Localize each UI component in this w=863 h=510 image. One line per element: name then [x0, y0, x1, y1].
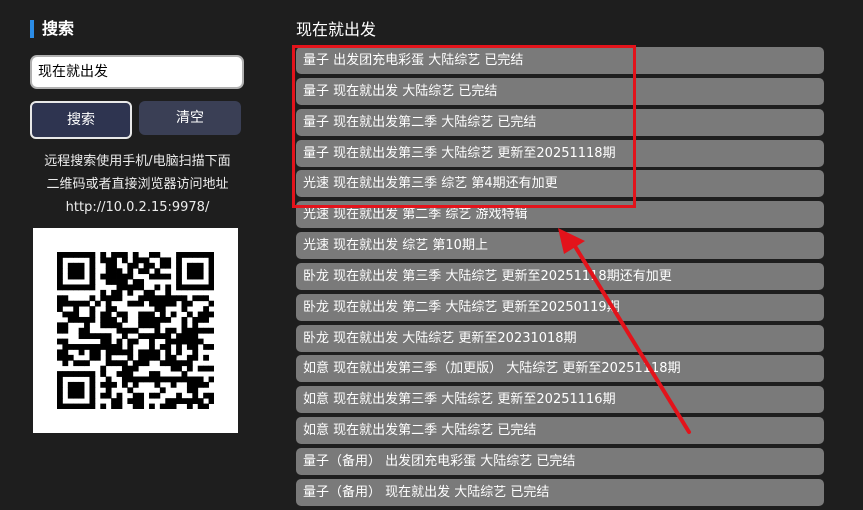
result-item[interactable]: 卧龙 现在就出发 第二季 大陆综艺 更新至20250119期 [296, 293, 824, 321]
search-button[interactable]: 搜索 [30, 101, 132, 139]
result-item[interactable]: 光速 现在就出发第三季 综艺 第4期还有加更 [296, 170, 824, 198]
hint-line: 远程搜索使用手机/电脑扫描下面 [44, 154, 231, 169]
result-item[interactable]: 量子（备用） 现在就出发 大陆综艺 已完结 [296, 478, 824, 506]
hint-url: http://10.0.2.15:9978/ [65, 200, 210, 215]
result-item[interactable]: 卧龙 现在就出发 大陆综艺 更新至20231018期 [296, 324, 824, 352]
remote-search-hint: 远程搜索使用手机/电脑扫描下面 二维码或者直接浏览器访问地址 http://10… [20, 150, 255, 219]
search-panel: 搜索 现在就出发 搜索 清空 远程搜索使用手机/电脑扫描下面 二维码或者直接浏览… [0, 0, 275, 486]
result-item[interactable]: 如意 现在就出发第三季 大陆综艺 更新至20251116期 [296, 386, 824, 414]
results-title: 现在就出发 [296, 20, 377, 39]
result-item[interactable]: 量子（备用） 出发团充电彩蛋 大陆综艺 已完结 [296, 447, 824, 475]
result-item[interactable]: 如意 现在就出发第二季 大陆综艺 已完结 [296, 417, 824, 445]
result-item[interactable]: 量子 现在就出发第二季 大陆综艺 已完结 [296, 108, 824, 136]
result-item[interactable]: 量子 现在就出发 大陆综艺 已完结 [296, 77, 824, 105]
qr-code [33, 228, 238, 433]
result-item[interactable]: 光速 现在就出发 第二季 综艺 游戏特辑 [296, 201, 824, 229]
result-item[interactable]: 卧龙 现在就出发 第三季 大陆综艺 更新至20251118期还有加更 [296, 262, 824, 290]
result-item[interactable]: 如意 现在就出发第三季（加更版） 大陆综艺 更新至20251118期 [296, 355, 824, 383]
search-input[interactable]: 现在就出发 [30, 55, 244, 89]
qr-code-icon [57, 252, 214, 409]
search-header: 搜索 [30, 18, 74, 40]
result-item[interactable]: 量子 现在就出发第三季 大陆综艺 更新至20251118期 [296, 139, 824, 167]
search-title: 搜索 [42, 19, 75, 38]
clear-button[interactable]: 清空 [139, 101, 241, 135]
result-item[interactable]: 量子 出发团充电彩蛋 大陆综艺 已完结 [296, 47, 824, 74]
result-list: 量子 出发团充电彩蛋 大陆综艺 已完结 量子 现在就出发 大陆综艺 已完结 量子 现… [296, 47, 824, 510]
hint-line: 二维码或者直接浏览器访问地址 [46, 177, 229, 192]
accent-bar [30, 20, 34, 38]
result-item[interactable]: 光速 现在就出发 综艺 第10期上 [296, 232, 824, 260]
